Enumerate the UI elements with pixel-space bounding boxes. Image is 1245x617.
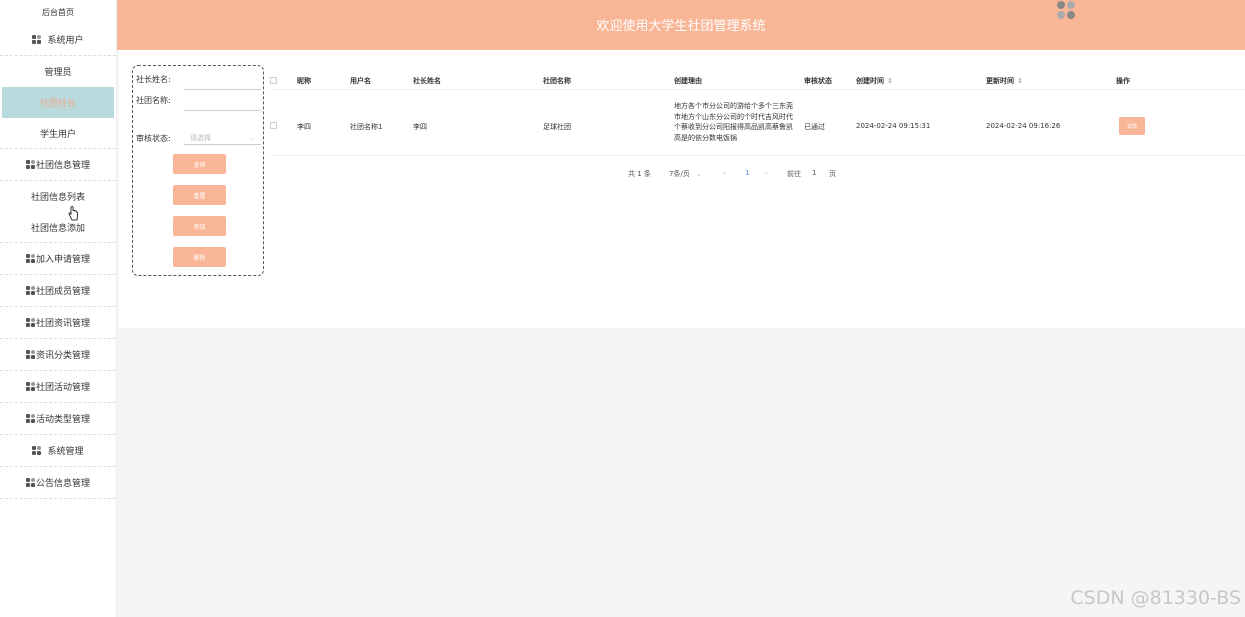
chevron-down-icon: ⌵ — [249, 134, 255, 142]
table-header: 审核状态 — [804, 77, 832, 85]
table-header: 社长姓名 — [413, 77, 441, 85]
search-panel: 社长姓名: 社团名称: 审核状态: 请选择 ⌵ 查询 重置 添加 删除 — [132, 65, 264, 276]
add-button[interactable]: 添加 — [173, 216, 226, 236]
sidebar-item-news-category-mgmt[interactable]: 资讯分类管理 — [0, 339, 116, 371]
cell-leader-name: 李四 — [413, 123, 427, 131]
row-checkbox[interactable] — [270, 122, 277, 129]
table-header-sortable[interactable]: 创建时间 ⇕ — [856, 76, 893, 86]
delete-button[interactable]: 删除 — [173, 247, 226, 267]
table-header: 昵称 — [297, 77, 311, 85]
grid-icon — [25, 382, 35, 391]
chevron-down-icon: ⌄ — [695, 170, 702, 178]
grid-icon — [25, 478, 35, 487]
table-header: 操作 — [1116, 77, 1130, 85]
grid-icon — [32, 446, 42, 455]
page-number[interactable]: 1 — [745, 169, 749, 177]
sidebar-item-notice-mgmt[interactable]: 公告信息管理 — [0, 467, 116, 499]
leader-name-input[interactable] — [184, 78, 261, 90]
table-header-sortable[interactable]: 更新时间 ⇕ — [986, 76, 1023, 86]
sidebar-item-club-leader[interactable]: 社团社长 — [2, 87, 114, 118]
audit-status-label: 审核状态: — [136, 134, 171, 143]
table-header: 用户名 — [350, 77, 371, 85]
grid-icon — [25, 350, 35, 359]
sidebar-item-news-mgmt[interactable]: 社团资讯管理 — [0, 307, 116, 339]
cell-updated-at: 2024-02-24 09:16:26 — [986, 122, 1061, 130]
sidebar-item-club-info-list[interactable]: 社团信息列表 — [0, 181, 116, 212]
pagination-total: 共 1 条 — [628, 170, 651, 178]
sidebar-item-student-user[interactable]: 学生用户 — [0, 118, 116, 149]
sidebar-item-admin[interactable]: 管理员 — [0, 56, 116, 87]
grid-icon — [25, 414, 35, 423]
sort-icon: ⇕ — [1017, 77, 1023, 85]
watermark: CSDN @81330-BS — [1070, 587, 1241, 609]
sort-icon: ⇕ — [887, 77, 893, 85]
sidebar-item-join-request-mgmt[interactable]: 加入申请管理 — [0, 243, 116, 275]
sidebar: 后台首页 系统用户 管理员 社团社长 学生用户 社团信息管理 社团信息列表 社团… — [0, 0, 117, 617]
cell-club-name: 足球社团 — [543, 123, 571, 131]
audit-status-select[interactable]: 请选择 ⌵ — [184, 131, 261, 145]
cell-nickname: 李四 — [297, 123, 311, 131]
cell-reason: 地方各个市分公司的游给个多个三东莞市地方个山东分公司的个时代吉风时代个蔡收到分公… — [674, 102, 793, 142]
sidebar-item-activity-mgmt[interactable]: 社团活动管理 — [0, 371, 116, 403]
goto-page-input[interactable]: 1 — [812, 169, 816, 177]
sidebar-item-club-info-add[interactable]: 社团信息添加 — [0, 212, 116, 243]
select-all-checkbox[interactable] — [270, 77, 277, 84]
table-header: 社团名称 — [543, 77, 571, 85]
grid-icon — [25, 160, 35, 169]
sidebar-item-activity-type-mgmt[interactable]: 活动类型管理 — [0, 403, 116, 435]
main-panel: 社长姓名: 社团名称: 审核状态: 请选择 ⌵ 查询 重置 添加 删除 昵称 用… — [119, 50, 1245, 328]
page-size-select[interactable]: 7条/页 ⌄ — [669, 169, 702, 179]
grid-icon — [25, 318, 35, 327]
cell-audit-status: 已通过 — [804, 123, 825, 131]
grid-icon — [25, 254, 35, 263]
query-button[interactable]: 查询 — [173, 154, 226, 174]
hand-cursor-icon — [68, 206, 78, 221]
prev-page-icon[interactable]: ‹ — [723, 169, 726, 177]
page-title: 欢迎使用大学生社团管理系统 — [596, 19, 766, 34]
club-name-label: 社团名称: — [136, 96, 171, 105]
leader-name-label: 社长姓名: — [136, 75, 171, 84]
sidebar-item-member-mgmt[interactable]: 社团成员管理 — [0, 275, 116, 307]
club-name-input[interactable] — [184, 99, 261, 111]
divider — [270, 155, 1245, 156]
cell-created-at: 2024-02-24 09:15:31 — [856, 122, 931, 130]
reset-button[interactable]: 重置 — [173, 185, 226, 205]
grid-icon — [25, 286, 35, 295]
divider — [270, 89, 1245, 90]
goto-prefix: 前往 — [787, 170, 801, 178]
cell-username: 社团名称1 — [350, 123, 383, 131]
user-avatar-icon[interactable] — [1057, 1, 1075, 19]
sidebar-item-system-mgmt[interactable]: 系统管理 — [0, 435, 116, 467]
detail-button[interactable]: 详情 — [1119, 117, 1145, 135]
sidebar-item-club-info-mgmt[interactable]: 社团信息管理 — [0, 149, 116, 181]
header: 欢迎使用大学生社团管理系统 — [117, 0, 1245, 50]
grid-icon — [32, 35, 42, 44]
sidebar-item-home[interactable]: 后台首页 — [0, 0, 116, 24]
sidebar-item-system-users[interactable]: 系统用户 — [0, 24, 116, 56]
next-page-icon[interactable]: › — [765, 169, 768, 177]
goto-suffix: 页 — [829, 170, 836, 178]
table-header: 创建理由 — [674, 77, 702, 85]
